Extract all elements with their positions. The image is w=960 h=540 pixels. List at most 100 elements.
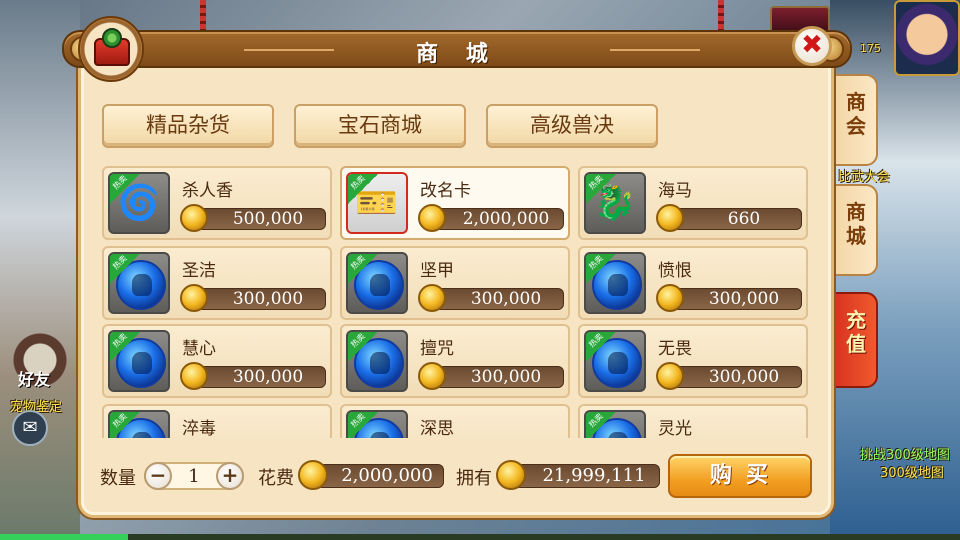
buy-button[interactable]: 购买: [668, 454, 812, 498]
hot-sale-badge: 热卖: [348, 174, 378, 204]
tab-mall[interactable]: 商 城: [834, 184, 878, 276]
item-name: 淬毒: [182, 419, 216, 438]
hot-sale-badge: 热卖: [586, 174, 616, 204]
hot-sale-badge: 热卖: [586, 412, 616, 438]
panel-rope-right: [718, 0, 724, 30]
page-title: 商 城: [416, 42, 498, 67]
coin-icon: [418, 362, 446, 390]
shop-emblem-icon: [78, 16, 144, 82]
item-card[interactable]: 热卖 灵光: [578, 404, 808, 438]
item-price: 300,000: [430, 288, 564, 310]
hot-sale-badge: 热卖: [110, 174, 140, 204]
hot-sale-badge: 热卖: [348, 332, 378, 362]
item-name: 坚甲: [420, 261, 454, 281]
item-name: 改名卡: [420, 181, 471, 201]
item-name: 慧心: [182, 339, 216, 359]
coin-icon: [656, 204, 684, 232]
coin-icon: [656, 284, 684, 312]
tab-recharge[interactable]: 充 值: [834, 292, 878, 388]
coin-icon: [418, 284, 446, 312]
category-advanced-skills[interactable]: 高级兽决: [486, 104, 658, 148]
rename-card-icon: 🎫热卖: [346, 172, 408, 234]
item-price: 300,000: [668, 288, 802, 310]
seahorse-icon: 🐉热卖: [584, 172, 646, 234]
plus-button[interactable]: +: [216, 462, 244, 490]
cost-label: 花费: [258, 468, 294, 489]
skill-orb-icon: 热卖: [346, 410, 408, 438]
item-card[interactable]: 热卖 圣洁 300,000: [102, 246, 332, 320]
coin-icon: [180, 362, 208, 390]
item-name: 灵光: [658, 419, 692, 438]
skill-orb-icon: 热卖: [346, 330, 408, 392]
skill-orb-icon: 热卖: [346, 252, 408, 314]
item-name: 海马: [658, 181, 692, 201]
item-card[interactable]: 热卖 无畏 300,000: [578, 324, 808, 398]
item-grid[interactable]: 🌀热卖杀人香500,000🎫热卖改名卡2,000,000🐉热卖海马660热卖圣洁…: [102, 166, 810, 438]
item-card[interactable]: 热卖 坚甲 300,000: [340, 246, 570, 320]
chat-icon[interactable]: ✉: [12, 410, 48, 446]
item-price: 300,000: [192, 288, 326, 310]
panel-rope-left: [200, 0, 206, 30]
item-price: 2,000,000: [430, 208, 564, 230]
friend-label: 好友: [18, 370, 51, 389]
background-left-scene: [0, 0, 80, 540]
hot-sale-badge: 热卖: [110, 412, 140, 438]
hot-sale-badge: 热卖: [586, 254, 616, 284]
item-card[interactable]: 热卖 慧心 300,000: [102, 324, 332, 398]
skill-orb-icon: 热卖: [108, 410, 170, 438]
item-name: 擅咒: [420, 339, 454, 359]
skill-orb-icon: 热卖: [584, 410, 646, 438]
item-name: 杀人香: [182, 181, 233, 201]
item-card[interactable]: 热卖 深思: [340, 404, 570, 438]
owned-label: 拥有: [456, 468, 492, 489]
item-name: 深思: [420, 419, 454, 438]
scene-text-arena: 比武大会: [838, 170, 891, 185]
close-button[interactable]: ✖: [792, 26, 832, 66]
quantity-label: 数量: [100, 468, 136, 489]
hot-sale-badge: 热卖: [586, 332, 616, 362]
title-bar: 商 城: [62, 30, 852, 68]
player-avatar[interactable]: [894, 0, 960, 76]
experience-bar: [0, 534, 960, 540]
category-gem-shop[interactable]: 宝石商城: [294, 104, 466, 148]
item-price: 500,000: [192, 208, 326, 230]
owned-value: 21,999,111: [512, 464, 660, 488]
item-price: 660: [668, 208, 802, 230]
item-card[interactable]: 热卖 擅咒 300,000: [340, 324, 570, 398]
coin-icon: [496, 460, 526, 490]
hot-sale-badge: 热卖: [348, 254, 378, 284]
skill-orb-icon: 热卖: [108, 330, 170, 392]
scene-text-challenge: 挑战300级地图: [860, 448, 950, 463]
skill-orb-icon: 热卖: [584, 330, 646, 392]
item-name: 圣洁: [182, 261, 216, 281]
item-name: 愤恨: [658, 261, 692, 281]
hot-sale-badge: 热卖: [110, 254, 140, 284]
minus-button[interactable]: −: [144, 462, 172, 490]
item-price: 300,000: [668, 366, 802, 388]
skill-orb-icon: 热卖: [584, 252, 646, 314]
item-card[interactable]: 热卖 愤恨 300,000: [578, 246, 808, 320]
close-icon: ✖: [801, 30, 823, 60]
item-price: 300,000: [192, 366, 326, 388]
coin-icon: [418, 204, 446, 232]
coin-icon: [180, 284, 208, 312]
item-card[interactable]: 🌀热卖杀人香 500,000: [102, 166, 332, 240]
purchase-bar: 数量 1 − + 花费 2,000,000 拥有 21,999,111 购买: [92, 452, 822, 502]
cost-value: 2,000,000: [314, 464, 444, 488]
coin-icon: [656, 362, 684, 390]
item-name: 无畏: [658, 339, 692, 359]
hot-sale-badge: 热卖: [110, 332, 140, 362]
player-level: 175: [860, 42, 881, 55]
item-price: 300,000: [430, 366, 564, 388]
item-card[interactable]: 🎫热卖改名卡 2,000,000: [340, 166, 570, 240]
hot-sale-badge: 热卖: [348, 412, 378, 438]
coin-icon: [180, 204, 208, 232]
item-card[interactable]: 热卖 淬毒: [102, 404, 332, 438]
scene-text-map: 300级地图: [880, 466, 944, 481]
item-card[interactable]: 🐉热卖海马 660: [578, 166, 808, 240]
incense-icon: 🌀热卖: [108, 172, 170, 234]
category-sundries[interactable]: 精品杂货: [102, 104, 274, 148]
tab-guild[interactable]: 商 会: [834, 74, 878, 166]
skill-orb-icon: 热卖: [108, 252, 170, 314]
coin-icon: [298, 460, 328, 490]
